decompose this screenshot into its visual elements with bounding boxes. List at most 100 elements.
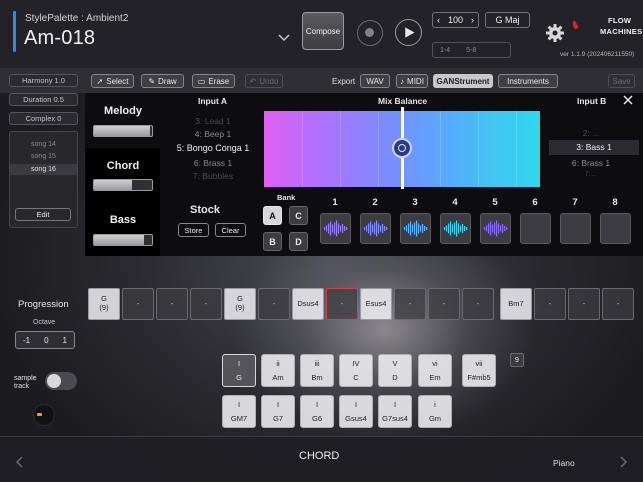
- stock-slot-7[interactable]: [560, 213, 591, 244]
- progression-cell[interactable]: -: [462, 288, 494, 320]
- input-a-option[interactable]: 4: Beep 1: [158, 129, 268, 139]
- list-item-selected[interactable]: song 16: [10, 164, 77, 175]
- progression-cell[interactable]: -: [122, 288, 154, 320]
- close-icon[interactable]: [622, 94, 634, 106]
- tempo-stepper[interactable]: ‹ 100 ›: [432, 12, 479, 28]
- stock-slot-5[interactable]: [480, 213, 511, 244]
- octave-up[interactable]: 1: [63, 336, 67, 345]
- progression-cell[interactable]: Bm7: [500, 288, 532, 320]
- sample-track-toggle[interactable]: [45, 372, 77, 390]
- progression-cell[interactable]: G (9): [88, 288, 120, 320]
- progression-cell[interactable]: -: [568, 288, 600, 320]
- bank-c-button[interactable]: C: [289, 206, 308, 225]
- bar-range-first[interactable]: 1-4: [440, 47, 450, 54]
- slot-number: 3: [412, 197, 418, 208]
- tempo-decrease-icon[interactable]: ‹: [437, 15, 440, 25]
- bass-volume-bar[interactable]: [93, 234, 153, 246]
- list-item[interactable]: song 14: [10, 141, 77, 148]
- list-item[interactable]: song 15: [10, 153, 77, 160]
- progression-cell[interactable]: -: [156, 288, 188, 320]
- tension-9-badge[interactable]: 9: [510, 353, 524, 367]
- octave-selector[interactable]: -1 0 1: [15, 331, 75, 349]
- harmony-setting[interactable]: Harmony 1.0: [9, 74, 78, 87]
- chord-button-diatonic[interactable]: iii Bm: [300, 354, 334, 387]
- input-a-option[interactable]: 6: Brass 1: [158, 158, 268, 168]
- edit-button[interactable]: Edit: [15, 208, 71, 221]
- instruments-button[interactable]: Instruments: [498, 74, 558, 88]
- chord-volume-bar[interactable]: [93, 179, 153, 191]
- input-b-option[interactable]: 6: Brass 1: [541, 158, 641, 168]
- store-button[interactable]: Store: [178, 223, 209, 237]
- bank-a-button[interactable]: A: [263, 206, 282, 225]
- progression-cell[interactable]: G (9): [224, 288, 256, 320]
- erase-tool-button[interactable]: ▭ Erase: [192, 74, 235, 88]
- export-midi-button[interactable]: ♪ MIDI: [396, 74, 428, 88]
- progression-cell[interactable]: -: [326, 288, 358, 320]
- draw-tool-button[interactable]: ✎ Draw: [141, 74, 184, 88]
- input-a-selected[interactable]: 5: Bongo Conga 1: [158, 143, 268, 153]
- bank-b-button[interactable]: B: [263, 232, 282, 251]
- chord-button-variant[interactable]: I G7: [261, 395, 295, 428]
- chevron-right-icon[interactable]: [617, 455, 629, 469]
- chord-button-diatonic[interactable]: vii F#mb5: [462, 354, 496, 387]
- stock-slot-6[interactable]: [520, 213, 551, 244]
- select-tool-button[interactable]: ➚ Select: [91, 74, 134, 88]
- progression-cell[interactable]: -: [394, 288, 426, 320]
- save-button[interactable]: Save: [608, 74, 635, 88]
- mix-balance-handle[interactable]: [392, 138, 412, 158]
- undo-button[interactable]: ↶ Undo: [245, 74, 283, 88]
- chord-button-variant[interactable]: I GM7: [222, 395, 256, 428]
- progression-cell[interactable]: Esus4: [360, 288, 392, 320]
- progression-cell[interactable]: -: [602, 288, 634, 320]
- stock-slot-8[interactable]: [600, 213, 631, 244]
- gradient-divider: [516, 111, 517, 187]
- export-wav-button[interactable]: WAV: [360, 74, 390, 88]
- bar-range-toggle[interactable]: 1-4 5-8: [432, 42, 511, 58]
- slot-number: 1: [332, 197, 338, 208]
- chord-button-diatonic[interactable]: IG: [222, 354, 256, 387]
- chord-button-variant[interactable]: i Gm: [418, 395, 452, 428]
- instrument-name[interactable]: Piano: [553, 458, 575, 468]
- ganstrument-button[interactable]: GANStrument: [433, 74, 493, 88]
- chord-button-variant[interactable]: I Gsus4: [339, 395, 373, 428]
- record-button[interactable]: [357, 20, 383, 46]
- chord-button-diatonic[interactable]: IV C: [339, 354, 373, 387]
- volume-knob[interactable]: [33, 404, 55, 426]
- progression-cell[interactable]: -: [534, 288, 566, 320]
- progression-cell[interactable]: -: [190, 288, 222, 320]
- gear-icon[interactable]: [545, 23, 565, 43]
- stock-slot-3[interactable]: [400, 213, 431, 244]
- octave-current[interactable]: 0: [44, 336, 48, 345]
- key-selector[interactable]: G Maj: [485, 12, 530, 28]
- melody-volume-bar[interactable]: [93, 125, 153, 137]
- stock-slot-4[interactable]: [440, 213, 471, 244]
- input-b-selected[interactable]: 3: Bass 1: [549, 140, 639, 155]
- chord-numeral: I: [237, 359, 241, 368]
- input-a-option[interactable]: 3: Lead 1: [158, 116, 268, 126]
- input-b-option[interactable]: 7: ...: [541, 172, 641, 178]
- chevron-down-icon[interactable]: [276, 30, 292, 46]
- chord-button-diatonic[interactable]: ii Am: [261, 354, 295, 387]
- complex-setting[interactable]: Complex 0: [9, 112, 78, 125]
- progression-cell[interactable]: Dsus4: [292, 288, 324, 320]
- progression-cell[interactable]: -: [258, 288, 290, 320]
- octave-down[interactable]: -1: [23, 336, 30, 345]
- tempo-increase-icon[interactable]: ›: [471, 15, 474, 25]
- stock-slot-1[interactable]: [320, 213, 351, 244]
- chord-button-variant[interactable]: I G6: [300, 395, 334, 428]
- compose-button[interactable]: Compose: [302, 12, 344, 50]
- chord-button-variant[interactable]: I G7sus4: [378, 395, 412, 428]
- cell-chord: Bm7: [508, 298, 524, 308]
- clear-button[interactable]: Clear: [215, 223, 246, 237]
- chevron-left-icon[interactable]: [14, 455, 26, 469]
- chord-button-diatonic[interactable]: VD: [378, 354, 412, 387]
- chord-button-diatonic[interactable]: vi Em: [418, 354, 452, 387]
- bar-range-second[interactable]: 5-8: [466, 47, 476, 54]
- duration-setting[interactable]: Duration 0.5: [9, 93, 78, 106]
- play-button[interactable]: [395, 19, 422, 46]
- progression-cell[interactable]: -: [428, 288, 460, 320]
- input-a-option[interactable]: 7: Bubbles: [158, 171, 268, 181]
- input-b-option[interactable]: 2: ...: [541, 128, 641, 138]
- bank-d-button[interactable]: D: [289, 232, 308, 251]
- stock-slot-2[interactable]: [360, 213, 391, 244]
